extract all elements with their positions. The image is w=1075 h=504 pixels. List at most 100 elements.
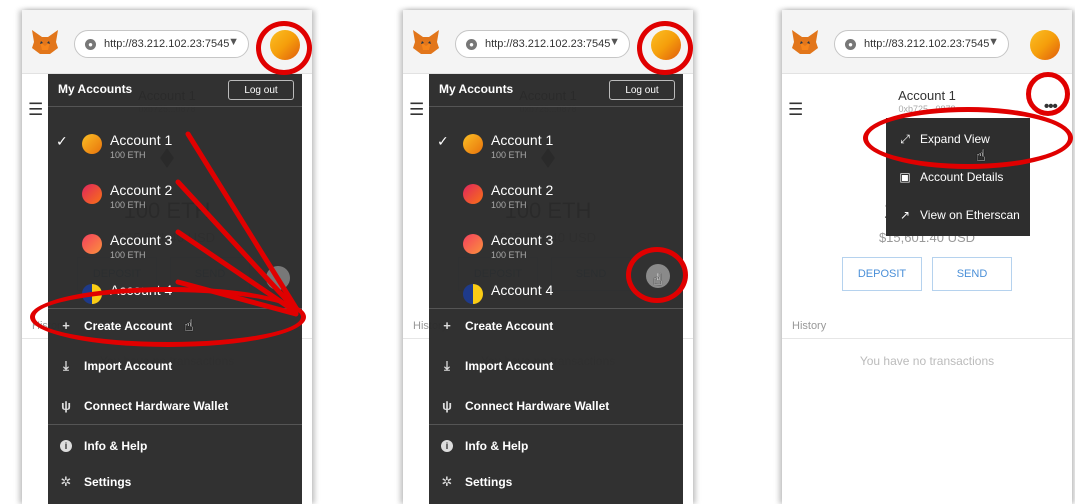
import-account-item[interactable]: ⤓ Import Account: [48, 348, 302, 384]
download-circle-icon[interactable]: ↓: [266, 266, 290, 290]
more-options-icon[interactable]: •••: [1044, 98, 1058, 115]
connect-hardware-label: Connect Hardware Wallet: [84, 399, 229, 413]
settings-item[interactable]: ✲ Settings: [48, 464, 302, 500]
account-row-3[interactable]: Account 3 100 ETH: [48, 228, 302, 274]
history-divider: [782, 338, 1072, 339]
account-avatar-button[interactable]: [1030, 30, 1060, 60]
account-row-2[interactable]: Account 2 100 ETH: [48, 178, 302, 224]
deposit-button[interactable]: DEPOSIT: [842, 257, 922, 291]
account-identicon: [463, 284, 483, 304]
accounts-menu: My Accounts Log out ✓ Account 1 100 ETH …: [48, 74, 302, 504]
network-url: http://83.212.102.23:7545: [485, 38, 611, 50]
import-account-label: Import Account: [465, 359, 554, 373]
account-identicon: [82, 284, 102, 304]
network-url: http://83.212.102.23:7545: [864, 38, 990, 50]
network-url: http://83.212.102.23:7545: [104, 38, 230, 50]
expand-view-label: Expand View: [920, 132, 990, 146]
settings-label: Settings: [84, 475, 132, 489]
menu-title: My Accounts: [439, 82, 514, 96]
account-details-item[interactable]: ▣ Account Details: [886, 158, 1030, 196]
info-help-item[interactable]: i Info & Help: [48, 428, 302, 464]
account-row-1[interactable]: ✓ Account 1 100 ETH: [48, 128, 302, 174]
checkmark-icon: ✓: [437, 133, 449, 149]
account-identicon: [82, 184, 102, 204]
usb-icon: ψ: [61, 398, 71, 413]
mouse-cursor-icon: ☝: [976, 148, 986, 165]
import-icon: ⤓: [444, 358, 450, 373]
info-icon: i: [441, 440, 453, 452]
connect-hardware-label: Connect Hardware Wallet: [465, 399, 610, 413]
wallet-panel-3: ● http://83.212.102.23:7545 ▼ ☰ Account …: [782, 10, 1072, 504]
menu-divider: [429, 106, 683, 107]
account-identicon: [82, 134, 102, 154]
details-icon: ▣: [899, 170, 911, 184]
top-bar: ● http://83.212.102.23:7545 ▼: [403, 10, 693, 74]
plus-icon: +: [443, 318, 451, 333]
top-bar: ● http://83.212.102.23:7545 ▼: [22, 10, 312, 74]
create-account-item[interactable]: + Create Account: [429, 308, 683, 344]
info-help-item[interactable]: i Info & Help: [429, 428, 683, 464]
info-help-label: Info & Help: [465, 439, 529, 453]
menu-divider: [429, 424, 683, 425]
account-avatar-button[interactable]: [270, 30, 300, 60]
account-identicon: [463, 134, 483, 154]
chevron-down-icon: ▼: [228, 36, 239, 48]
network-selector[interactable]: ● http://83.212.102.23:7545 ▼: [455, 30, 630, 58]
account-identicon: [463, 234, 483, 254]
account-balance: 100 ETH: [110, 250, 146, 260]
logout-button[interactable]: Log out: [609, 80, 675, 100]
connect-hardware-item[interactable]: ψ Connect Hardware Wallet: [429, 388, 683, 424]
import-account-item[interactable]: ⤓ Import Account: [429, 348, 683, 384]
account-row-3[interactable]: Account 3 100 ETH: [429, 228, 683, 274]
network-status-icon: ●: [85, 38, 96, 50]
accounts-menu: My Accounts Log out ✓ Account 1 100 ETH …: [429, 74, 683, 504]
history-label: History: [792, 320, 827, 332]
etherscan-item[interactable]: ↗ View on Etherscan: [886, 196, 1030, 234]
chevron-down-icon: ▼: [609, 36, 620, 48]
account-name: Account 2: [491, 182, 554, 198]
account-row-1[interactable]: ✓ Account 1 100 ETH: [429, 128, 683, 174]
network-selector[interactable]: ● http://83.212.102.23:7545 ▼: [74, 30, 249, 58]
send-button[interactable]: SEND: [932, 257, 1012, 291]
network-status-icon: ●: [845, 38, 856, 50]
settings-item[interactable]: ✲ Settings: [429, 464, 683, 500]
account-row-2[interactable]: Account 2 100 ETH: [429, 178, 683, 224]
settings-label: Settings: [465, 475, 513, 489]
account-name: Account 1: [110, 132, 173, 148]
info-help-label: Info & Help: [84, 439, 148, 453]
menu-divider: [48, 424, 302, 425]
account-name: Account 1: [491, 132, 554, 148]
account-balance: 100 ETH: [491, 150, 527, 160]
account-options-menu: ⤢ Expand View ▣ Account Details ↗ View o…: [886, 118, 1030, 236]
mouse-cursor-icon: ☝: [653, 272, 663, 289]
metamask-fox-icon: [792, 30, 818, 54]
wallet-panel-1: ● http://83.212.102.23:7545 ▼ ☰ Account …: [22, 10, 312, 504]
account-balance: 100 ETH: [491, 250, 527, 260]
network-selector[interactable]: ● http://83.212.102.23:7545 ▼: [834, 30, 1009, 58]
account-name: Account 4: [491, 282, 554, 298]
account-name: Account 3: [110, 232, 173, 248]
etherscan-label: View on Etherscan: [920, 208, 1020, 222]
chevron-down-icon: ▼: [988, 36, 999, 48]
account-title: Account 1: [898, 88, 956, 103]
metamask-fox-icon: [32, 30, 58, 54]
checkmark-icon: ✓: [56, 133, 68, 149]
metamask-fox-icon: [413, 30, 439, 54]
import-icon: ⤓: [63, 358, 69, 373]
create-account-label: Create Account: [465, 319, 554, 333]
mouse-cursor-icon: ☝: [184, 318, 194, 335]
connect-hardware-item[interactable]: ψ Connect Hardware Wallet: [48, 388, 302, 424]
account-address[interactable]: 0xb725...0878: [782, 104, 1072, 114]
account-avatar-button[interactable]: [651, 30, 681, 60]
create-account-label: Create Account: [84, 319, 173, 333]
no-transactions-text: You have no transactions: [859, 354, 995, 368]
create-account-item[interactable]: + Create Account: [48, 308, 302, 344]
gear-icon: ✲: [60, 474, 72, 489]
account-row-4[interactable]: Account 4: [48, 278, 302, 308]
external-link-icon: ↗: [899, 208, 911, 222]
expand-view-item[interactable]: ⤢ Expand View: [886, 120, 1030, 158]
logout-button[interactable]: Log out: [228, 80, 294, 100]
account-balance: 100 ETH: [110, 200, 146, 210]
account-row-4[interactable]: Account 4: [429, 278, 683, 308]
import-account-label: Import Account: [84, 359, 173, 373]
